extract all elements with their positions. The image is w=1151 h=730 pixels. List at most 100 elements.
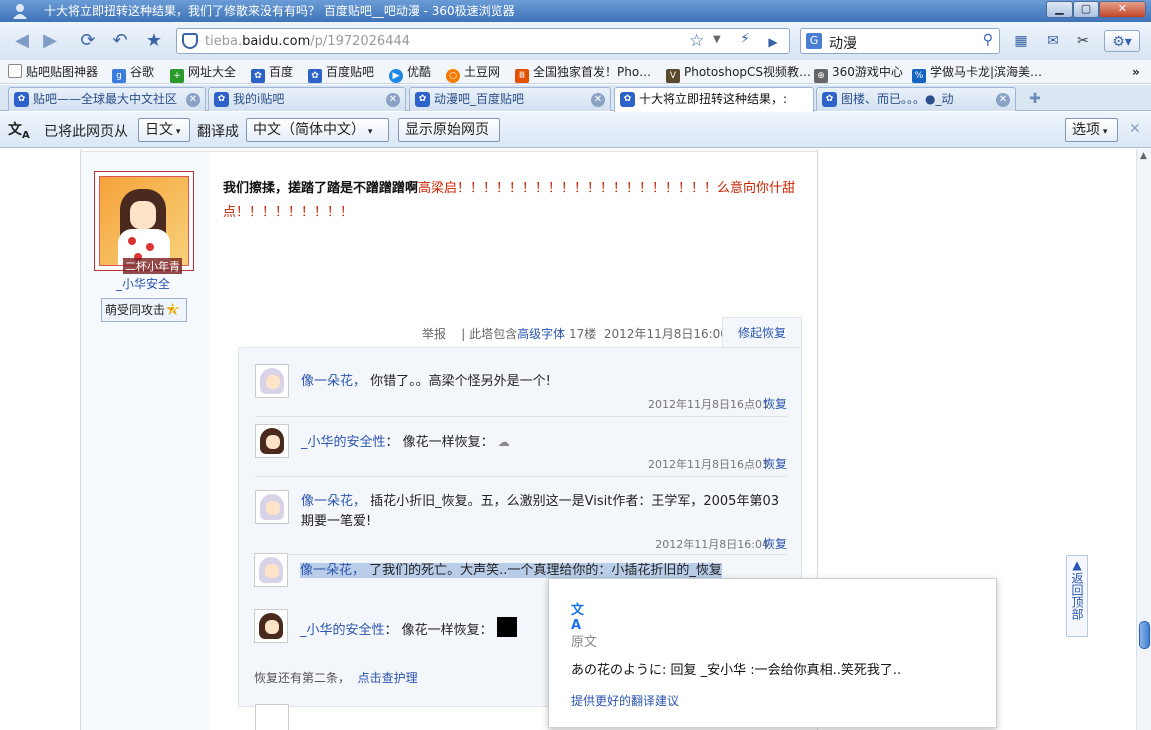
vertical-scrollbar[interactable]: ▲: [1136, 149, 1151, 730]
report-link[interactable]: 举报: [422, 327, 446, 341]
apps-grid-icon[interactable]: ▦: [1010, 30, 1032, 52]
search-icon[interactable]: ⚲: [983, 32, 993, 48]
url-dropdown-icon[interactable]: ▼: [713, 34, 721, 45]
tab-active[interactable]: ✿ 十大将立即扭转这种结果，:: [614, 87, 814, 112]
tab[interactable]: ✿ 贴吧——全球最大中文社区 ✕: [8, 87, 206, 111]
reply-content: 像一朵花， 你错了。。高梁个怪另外是一个!: [301, 372, 787, 392]
reply-time: 2012年11月8日16点03: [648, 458, 769, 471]
star-level-icon: ★ 大: [165, 300, 181, 320]
forward-arrow-icon: ▶: [43, 30, 57, 51]
go-icon[interactable]: ▶: [763, 32, 783, 52]
close-tab-icon[interactable]: ✕: [386, 93, 400, 107]
reply-avatar[interactable]: [255, 704, 289, 730]
address-text[interactable]: tieba.baidu.com/p/1972026444: [205, 34, 410, 49]
reply-avatar[interactable]: [255, 490, 289, 524]
more-replies-link[interactable]: 点击查护理: [358, 671, 418, 685]
bars-icon: Ⅲ: [515, 69, 529, 83]
scroll-up-icon[interactable]: ▲: [1140, 151, 1147, 161]
post-body: 我们擦揉，搓踏了踏是不蹭蹭蹭啊高梁启！！！！！！！！！！！！！！！！！！！！么意…: [223, 177, 807, 225]
close-tab-icon[interactable]: ✕: [591, 93, 605, 107]
close-translate-icon[interactable]: ✕: [1129, 121, 1141, 137]
bookmark-item[interactable]: Ⅲ 全国独家首发！Pho…: [515, 63, 651, 83]
close-tab-icon[interactable]: ✕: [186, 93, 200, 107]
tab[interactable]: ✿ 我的i贴吧 ✕: [208, 87, 406, 111]
source-language-select[interactable]: 日文 ▾: [138, 118, 190, 142]
reply-button[interactable]: 恢复: [763, 535, 787, 552]
options-button[interactable]: 选项 ▾: [1065, 118, 1118, 142]
close-button[interactable]: ✕: [1099, 1, 1146, 18]
suggest-translation-link[interactable]: 提供更好的翻译建议: [571, 692, 679, 709]
minimize-button[interactable]: ▁: [1046, 1, 1073, 18]
close-tab-icon[interactable]: ✕: [996, 93, 1010, 107]
favorites-button[interactable]: ★: [142, 29, 166, 53]
maximize-button[interactable]: ▢: [1073, 1, 1099, 18]
baidu-paw-icon: ✿: [214, 92, 229, 107]
chevron-down-icon: ▾: [173, 127, 181, 137]
chevron-down-icon: ▾: [1100, 127, 1108, 137]
advanced-font-link[interactable]: 高级字体: [517, 327, 565, 341]
bookmark-item[interactable]: V PhotoshopCS视频教…: [666, 63, 811, 83]
reply-time: 2012年11月8日16点01: [648, 398, 769, 411]
speed-mode-icon[interactable]: ⚡: [733, 31, 757, 51]
author-avatar[interactable]: 二杯小年青: [94, 171, 194, 274]
undo-icon: ↶: [112, 30, 128, 51]
reply-author-link[interactable]: 像一朵花，: [300, 563, 365, 578]
bookmark-item[interactable]: % 学做马卡龙|滨海美…: [912, 63, 1042, 83]
tab[interactable]: ✿ 动漫吧_百度贴吧 ✕: [409, 87, 611, 111]
reply-avatar[interactable]: [255, 364, 289, 398]
bookmark-label: 百度: [269, 65, 294, 79]
refresh-button[interactable]: ⟳: [76, 29, 100, 53]
baidu-paw-icon: ✿: [620, 92, 635, 107]
tools-wrench-button[interactable]: ⚙▾: [1104, 30, 1140, 52]
back-to-top-label: 返回顶部: [1070, 572, 1084, 620]
reply-content: _小华的安全性： 像花一样恢复： ☁: [301, 432, 787, 453]
tab[interactable]: ✿ 图楼、而已。。。●_动 ✕: [816, 87, 1016, 111]
bookmark-item[interactable]: + 网址大全: [170, 63, 236, 83]
bookmark-item[interactable]: ⊕ 360游戏中心: [814, 63, 903, 83]
bookmark-item[interactable]: g 谷歌: [112, 63, 154, 83]
clean-icon[interactable]: ✉: [1042, 30, 1064, 52]
url-host: tieba.: [205, 34, 243, 49]
bookmark-item[interactable]: ▶ 优酷: [389, 63, 431, 83]
reply-author-link[interactable]: 像一朵花，: [301, 374, 366, 389]
up-arrow-icon: ▲: [1072, 558, 1082, 572]
bookmark-item[interactable]: ✿ 百度贴吧: [308, 63, 374, 83]
undo-close-button[interactable]: ↶: [108, 29, 132, 53]
user-badge[interactable]: 萌受同攻击 ★ 大: [101, 298, 187, 322]
collapse-replies-tab[interactable]: 修起恢复: [722, 317, 802, 347]
target-language-select[interactable]: 中文（简体中文） ▾: [246, 118, 389, 142]
reply-avatar[interactable]: [255, 424, 289, 458]
address-bar[interactable]: tieba.baidu.com/p/1972026444 ☆ ▼ ⚡ ▶: [176, 28, 790, 54]
close-icon: ✕: [1117, 2, 1128, 15]
forward-button[interactable]: ▶: [38, 29, 62, 53]
scissors-icon[interactable]: ✂: [1072, 30, 1094, 52]
reply-author-link[interactable]: _小华的安全性: [300, 623, 385, 638]
reply-button[interactable]: 恢复: [763, 455, 787, 472]
bookmark-item[interactable]: ○ 土豆网: [446, 63, 500, 83]
star-icon: ★: [145, 30, 163, 51]
source-language-value: 日文: [145, 122, 173, 138]
reply-author-link[interactable]: _小华的安全性: [301, 435, 386, 450]
reply-avatar[interactable]: [254, 553, 288, 587]
show-original-button[interactable]: 显示原始网页: [398, 118, 500, 142]
bookmark-item[interactable]: 贴吧贴图神器: [8, 63, 98, 81]
original-text: あの花のように: 回复 _安小华 :一会给你真相..笑死我了..: [571, 663, 902, 678]
google-search-icon[interactable]: G: [806, 33, 822, 49]
divider: [255, 476, 787, 477]
maximize-icon: ▢: [1080, 2, 1092, 15]
reply-text: 你错了。。高梁个怪另外是一个!: [370, 374, 551, 389]
reply-button[interactable]: 恢复: [763, 395, 787, 412]
more-replies: 恢复还有第二条， 点击查护理: [254, 669, 418, 686]
search-input[interactable]: 动漫: [829, 33, 857, 53]
bookmark-item[interactable]: ✿ 百度: [251, 63, 294, 83]
search-box[interactable]: G 动漫 ⚲: [800, 28, 1000, 54]
bookmarks-more-icon[interactable]: »: [1132, 63, 1140, 81]
back-button[interactable]: ◀: [10, 29, 34, 53]
bookmark-star-icon[interactable]: ☆: [689, 31, 704, 51]
new-tab-button[interactable]: ✚: [1022, 89, 1048, 109]
author-name-link[interactable]: _小华安全: [116, 275, 170, 292]
reply-author-link[interactable]: 像一朵花，: [301, 494, 366, 509]
reply-avatar[interactable]: [254, 609, 288, 643]
scrollbar-thumb[interactable]: [1139, 621, 1150, 649]
back-to-top-button[interactable]: ▲ 返回顶部: [1066, 555, 1088, 637]
